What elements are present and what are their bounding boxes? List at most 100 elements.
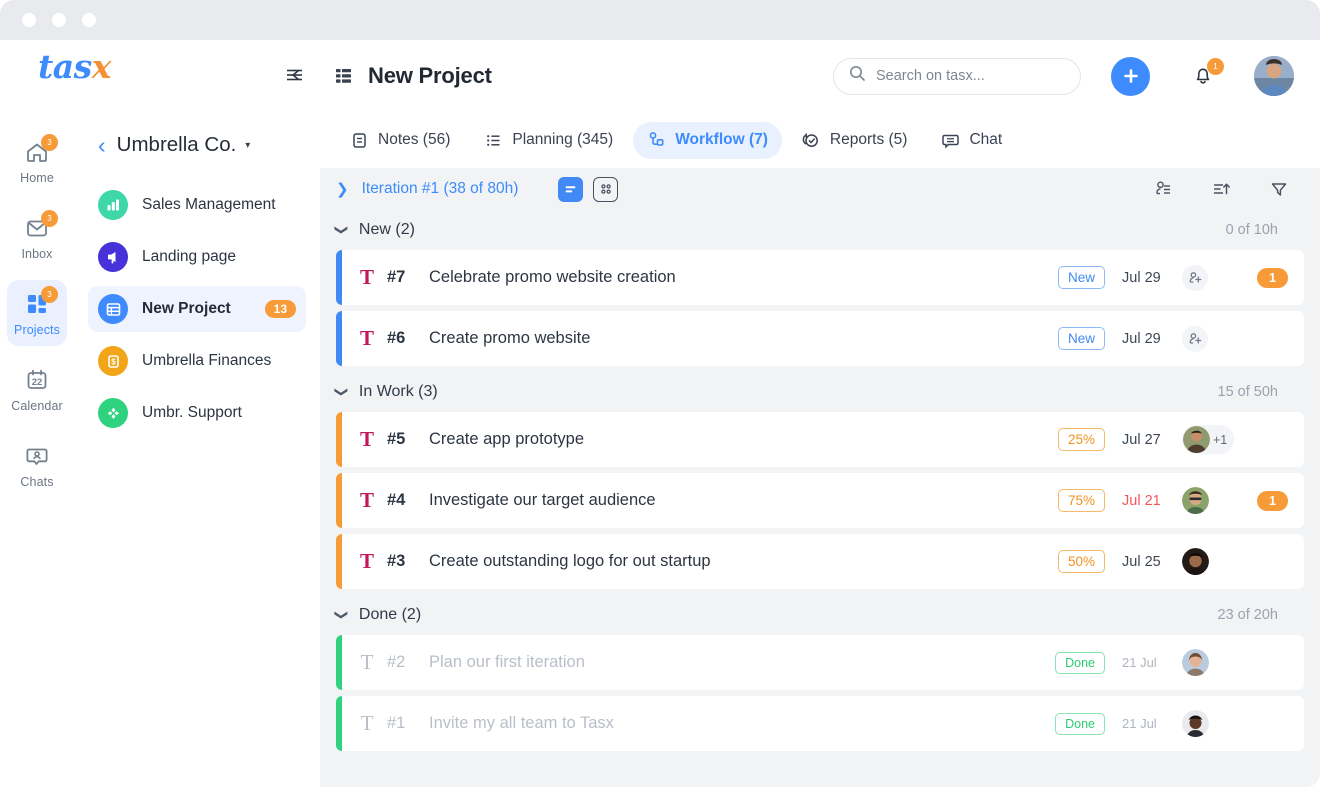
project-tabs: Notes (56) Planning (345) Workflow (7) R… [320,112,1320,168]
task-due-date[interactable]: Jul 29 [1122,331,1168,347]
assignee-avatar[interactable] [1182,710,1209,737]
chevron-right-icon[interactable]: ❯ [336,180,349,198]
tab-workflow[interactable]: Workflow (7) [633,121,782,159]
project-item-new-project[interactable]: New Project 13 [88,286,306,332]
chevron-down-icon[interactable]: ❯ [333,225,349,236]
notifications-button[interactable]: 1 [1190,58,1224,90]
svg-text:22: 22 [32,377,43,388]
avatar[interactable] [1254,56,1294,96]
rail-item-inbox[interactable]: 3 Inbox [7,204,67,270]
sort-ascending-icon[interactable] [1210,178,1232,200]
filter-funnel-icon[interactable] [1268,178,1290,200]
status-badge[interactable]: Done [1055,651,1105,674]
status-badge[interactable]: Done [1055,712,1105,735]
task-title: Create outstanding logo for out startup [429,552,711,570]
status-badge[interactable]: New [1057,266,1105,289]
money-icon: $ [98,346,128,376]
group-header-in-work[interactable]: ❯ In Work (3) 15 of 50h [320,372,1320,412]
project-sidebar: ‹ Umbrella Co. ▾ Sales Management Landin… [74,40,320,787]
assignee-slot [1182,548,1242,575]
task-row[interactable]: T #2 Plan our first iteration Done 21 Ju… [336,635,1304,690]
chevron-down-icon[interactable]: ❯ [333,610,349,621]
assignee-slot: +1 [1182,425,1242,454]
rail-item-home[interactable]: 3 Home [7,128,67,194]
assignee-avatar [1183,426,1210,453]
app-logo[interactable]: tasx [18,47,111,86]
task-count-badge[interactable]: 1 [1257,267,1288,288]
task-due-date[interactable]: 21 Jul [1122,716,1168,731]
tab-chat-label: Chat [969,131,1003,148]
task-due-date[interactable]: Jul 29 [1122,270,1168,286]
tab-notes-label: Notes (56) [378,131,451,148]
project-item-landing-page[interactable]: Landing page [88,234,306,280]
group-hours: 0 of 10h [1225,222,1278,238]
project-item-umbrella-finances[interactable]: $ Umbrella Finances [88,338,306,384]
task-row[interactable]: T #5 Create app prototype 25% Jul 27 +1 [336,412,1304,467]
task-row[interactable]: T #3 Create outstanding logo for out sta… [336,534,1304,589]
add-person-icon[interactable] [1182,325,1208,352]
project-item-umbr-support[interactable]: Umbr. Support [88,390,306,436]
status-badge[interactable]: 25% [1057,428,1105,451]
task-title: Celebrate promo website creation [429,268,676,286]
tab-chat[interactable]: Chat [927,122,1016,159]
assignee-avatar[interactable] [1182,649,1209,676]
task-due-date[interactable]: Jul 25 [1122,554,1168,570]
task-row[interactable]: T #6 Create promo website New Jul 29 [336,311,1304,366]
group-header-new[interactable]: ❯ New (2) 0 of 10h [320,210,1320,250]
tab-notes[interactable]: Notes (56) [336,122,464,159]
task-row[interactable]: T #7 Celebrate promo website creation Ne… [336,250,1304,305]
status-badge[interactable]: 75% [1057,489,1105,512]
tab-planning[interactable]: Planning (345) [470,122,627,159]
assignee-avatar[interactable] [1182,487,1209,514]
plus-icon [1123,69,1138,83]
home-icon: 3 [23,133,58,166]
project-item-label: Landing page [142,248,236,265]
rail-item-calendar[interactable]: 22 Calendar [7,356,67,422]
home-badge: 3 [41,133,58,151]
logo-text-main: tas [38,47,92,86]
main-area: New Project 1 [320,40,1320,787]
search-input[interactable] [876,68,1065,84]
status-badge[interactable]: New [1057,327,1105,350]
status-badge[interactable]: 50% [1057,550,1105,573]
search-box[interactable] [833,57,1081,95]
row-accent [336,412,342,467]
collapse-sidebar-icon[interactable] [276,62,304,88]
assignee-avatar[interactable] [1182,548,1209,575]
task-row[interactable]: T #4 Investigate our target audience 75%… [336,473,1304,528]
add-person-icon[interactable] [1182,264,1208,291]
task-due-date[interactable]: 21 Jul [1122,655,1168,670]
group-header-done[interactable]: ❯ Done (2) 23 of 20h [320,595,1320,635]
window-close-button[interactable] [22,13,36,27]
task-title: Investigate our target audience [429,491,656,509]
board-view-toggle[interactable] [593,176,619,202]
task-number: #1 [387,714,406,732]
iteration-label[interactable]: Iteration #1 (38 of 80h) [362,180,519,198]
tab-reports[interactable]: Reports (5) [788,122,922,159]
rail-item-projects[interactable]: 3 Projects [7,280,67,346]
add-button[interactable] [1111,56,1150,96]
task-due-date[interactable]: Jul 27 [1122,432,1168,448]
chevron-down-icon[interactable]: ▾ [245,140,250,151]
window-minimize-button[interactable] [52,13,66,27]
grid-icon: 3 [23,285,58,318]
assignee-stack[interactable]: +1 [1182,425,1235,454]
task-title: Create app prototype [429,430,585,448]
workflow-icon [647,131,666,150]
megaphone-icon [98,242,128,272]
task-row[interactable]: T #1 Invite my all team to Tasx Done 21 … [336,696,1304,751]
task-count-badge[interactable]: 1 [1257,490,1288,511]
assignee-slot [1182,325,1242,352]
window-maximize-button[interactable] [82,13,96,27]
chevron-down-icon[interactable]: ❯ [333,387,349,398]
list-view-toggle[interactable] [558,176,584,202]
rail-item-chats[interactable]: Chats [7,432,67,498]
task-due-date[interactable]: Jul 21 [1122,493,1168,509]
project-item-sales-management[interactable]: Sales Management [88,182,306,228]
assignee-slot [1182,487,1242,514]
chevron-left-icon[interactable]: ‹ [98,133,106,157]
task-number: #3 [387,552,406,570]
rail-item-projects-label: Projects [14,322,60,337]
assignee-filter-icon[interactable] [1152,178,1174,200]
org-selector[interactable]: ‹ Umbrella Co. ▾ [74,122,320,168]
